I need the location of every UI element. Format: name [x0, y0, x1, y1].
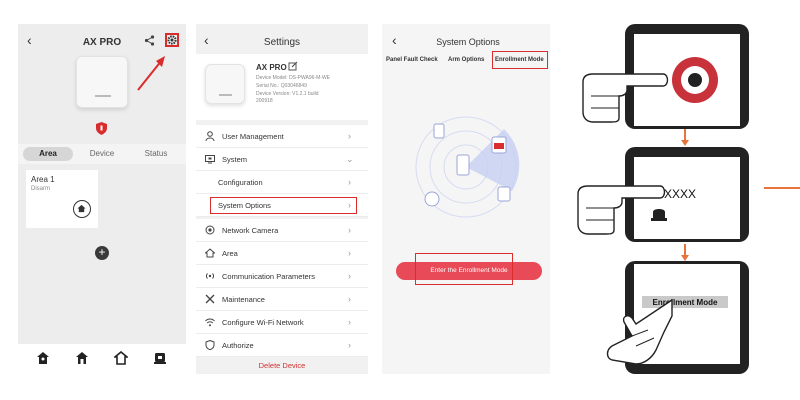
chevron-down-icon: ⌄	[346, 154, 354, 164]
home-header: ‹ AX PRO	[18, 24, 186, 54]
arm-home-button[interactable]	[73, 200, 91, 218]
enrollment-radar-illustration	[415, 116, 520, 218]
wifi-icon	[205, 318, 215, 327]
stay-arm-icon[interactable]	[75, 351, 89, 365]
step-arrow-1-head	[681, 140, 689, 146]
menu-maintenance[interactable]: Maintenance ›	[196, 288, 368, 311]
menu-configuration[interactable]: Configuration ›	[196, 171, 368, 194]
area-card[interactable]: Area 1 Disarm	[26, 170, 98, 228]
chevron-right-icon: ›	[348, 317, 351, 327]
code-text: XXXX	[664, 187, 697, 201]
home-tab-bar: Area Device Status	[18, 144, 186, 164]
away-arm-icon[interactable]	[36, 351, 50, 365]
menu-authorize[interactable]: Authorize ›	[196, 334, 368, 357]
menu-system-options[interactable]: System Options ›	[196, 194, 368, 217]
signal-icon	[205, 273, 215, 279]
add-area-button[interactable]: +	[95, 246, 109, 260]
menu-user-management[interactable]: User Management ›	[196, 125, 368, 148]
chevron-right-icon: ›	[348, 294, 351, 304]
camera-icon	[205, 225, 215, 235]
menu-network-camera[interactable]: Network Camera ›	[196, 219, 368, 242]
delete-device-button[interactable]: Delete Device	[196, 361, 368, 370]
chevron-right-icon: ›	[348, 248, 351, 258]
menu-label: System Options	[218, 201, 271, 210]
device-serial: Serial No.: Q03046849	[256, 83, 307, 89]
home-icon	[77, 204, 86, 213]
menu-label: System	[222, 155, 248, 164]
device-name: AX PRO	[256, 63, 287, 72]
device-build: 200918	[256, 98, 273, 104]
chevron-right-icon: ›	[348, 225, 351, 235]
pointer-arrow-icon	[137, 56, 165, 91]
edit-icon[interactable]	[288, 61, 298, 71]
device-version: Device Version: V1.2.1 build	[256, 91, 319, 97]
hand-point-icon	[582, 73, 669, 123]
shield-icon	[205, 340, 215, 350]
chevron-right-icon: ›	[348, 131, 351, 141]
enroll-button-highlight-box	[415, 253, 513, 285]
menu-label: Network Camera	[222, 226, 279, 235]
person-icon	[205, 131, 215, 141]
alarm-shield-icon	[96, 122, 107, 135]
enrollment-steps-illustration: XXXX Enrollment Mode	[574, 24, 764, 374]
chevron-right-icon: ›	[348, 340, 351, 350]
chevron-right-icon: ›	[348, 177, 351, 187]
back-chevron-icon[interactable]: ‹	[27, 33, 32, 47]
menu-configure-wifi[interactable]: Configure Wi-Fi Network ›	[196, 311, 368, 334]
share-icon[interactable]	[144, 35, 155, 46]
gear-icon[interactable]	[167, 35, 177, 45]
settings-title: Settings	[263, 37, 301, 48]
segment-arm-options[interactable]: Arm Options	[448, 57, 484, 63]
chevron-right-icon: ›	[348, 271, 351, 281]
hub-device-image	[76, 56, 128, 108]
menu-label: Configuration	[218, 178, 263, 187]
hub-red-ring-icon	[672, 57, 718, 103]
tab-status[interactable]: Status	[131, 147, 181, 161]
menu-label: Authorize	[222, 341, 254, 350]
continuation-arrow-line	[764, 187, 800, 189]
area-status: Disarm	[31, 186, 50, 192]
menu-label: Area	[222, 249, 238, 258]
menu-area[interactable]: Area ›	[196, 242, 368, 265]
menu-label: Configure Wi-Fi Network	[222, 318, 304, 327]
home-icon	[205, 248, 215, 258]
monitor-icon	[205, 155, 215, 164]
menu-communication-parameters[interactable]: Communication Parameters ›	[196, 265, 368, 288]
disarm-icon[interactable]	[114, 351, 128, 365]
home-screen: ‹ AX PRO Area Device Status Area 1 Disar…	[18, 24, 186, 374]
menu-system[interactable]: System ⌄	[196, 148, 368, 171]
area-name: Area 1	[31, 175, 55, 184]
system-options-title: System Options	[436, 37, 500, 47]
bottom-action-bar	[18, 344, 186, 374]
menu-label: User Management	[222, 132, 284, 141]
back-chevron-icon[interactable]: ‹	[204, 33, 209, 47]
segment-enrollment-mode[interactable]: Enrollment Mode	[495, 57, 544, 63]
hand-tap-icon	[606, 298, 673, 365]
segment-panel-fault-check[interactable]: Panel Fault Check	[386, 57, 438, 63]
hub-device-image	[205, 64, 245, 104]
menu-label: Communication Parameters	[222, 272, 315, 281]
tab-area[interactable]: Area	[23, 147, 73, 161]
hand-press-icon	[577, 185, 666, 235]
clear-alarm-icon[interactable]	[153, 351, 167, 365]
tab-device[interactable]: Device	[77, 147, 127, 161]
settings-screen: ‹ Settings AX PRO Device Model: DS-PWA96…	[196, 24, 368, 374]
tools-icon	[205, 294, 215, 304]
home-title: AX PRO	[82, 37, 122, 48]
chevron-right-icon: ›	[348, 200, 351, 210]
system-options-screen: ‹ System Options Panel Fault Check Arm O…	[382, 24, 550, 374]
menu-label: Maintenance	[222, 295, 265, 304]
back-chevron-icon[interactable]: ‹	[392, 33, 397, 47]
device-model: Device Model: DS-PWA96-M-WE	[256, 75, 330, 81]
device-info-card: AX PRO Device Model: DS-PWA96-M-WE Seria…	[196, 54, 368, 120]
